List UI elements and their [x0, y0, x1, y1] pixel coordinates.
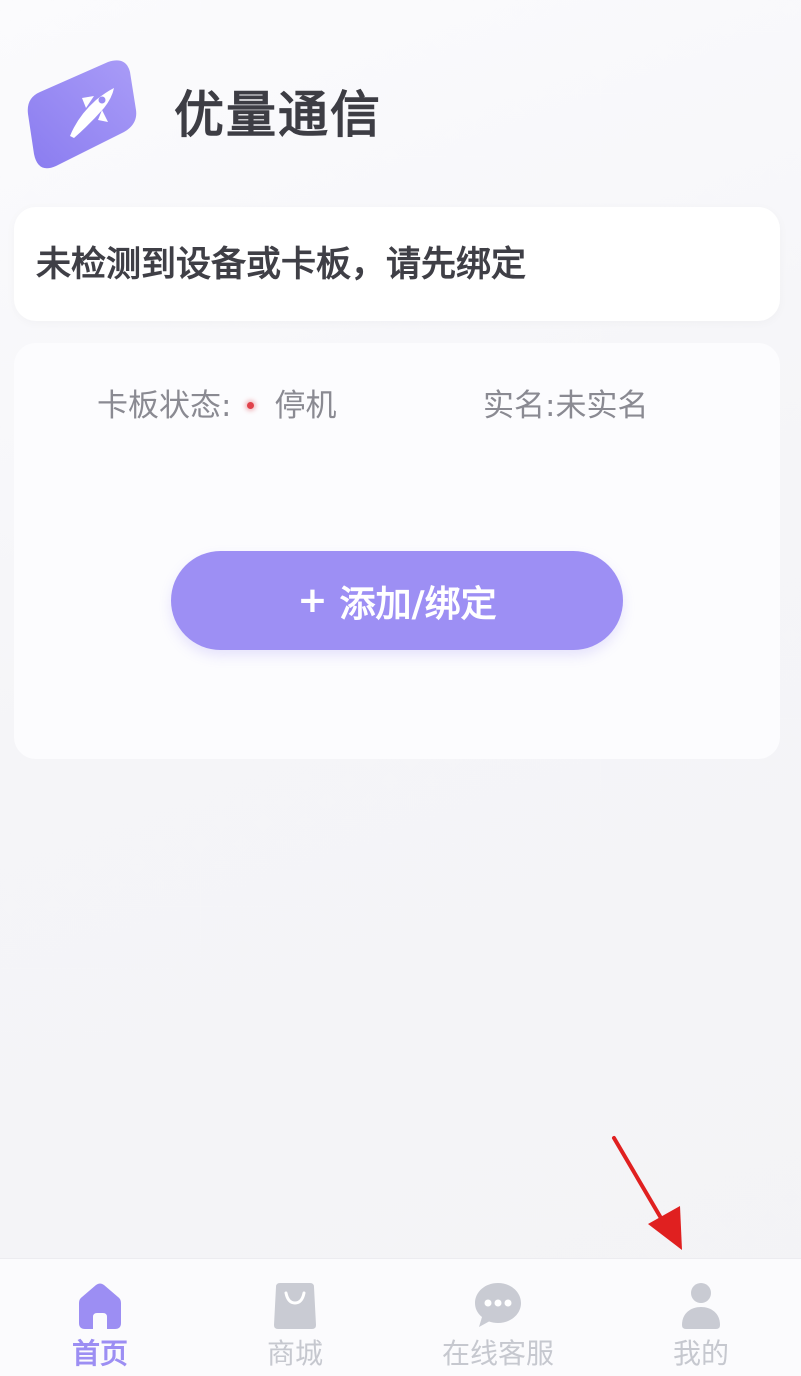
status-dot-icon	[247, 402, 255, 409]
home-icon	[79, 1283, 121, 1329]
add-bind-button[interactable]: + 添加/绑定	[171, 551, 623, 650]
tab-mine-label: 我的	[672, 1337, 729, 1370]
tab-home[interactable]: 首页	[0, 1259, 200, 1376]
plus-icon: +	[297, 580, 328, 621]
app-header: 优量通信	[0, 0, 801, 200]
app-title: 优量通信	[174, 86, 382, 144]
tab-mine[interactable]: 我的	[601, 1259, 801, 1376]
rocket-logo-icon	[27, 60, 137, 169]
board-status-card: 卡板状态: 停机 实名:未实名 + 添加/绑定	[14, 343, 780, 759]
device-notice-card: 未检测到设备或卡板，请先绑定	[14, 207, 780, 321]
realname-value: 未实名	[555, 388, 649, 424]
bottom-tab-bar: 首页 商城 在线客服 我的	[0, 1258, 801, 1376]
device-notice-text: 未检测到设备或卡板，请先绑定	[36, 245, 527, 285]
board-status-value: 停机	[274, 388, 337, 424]
tab-customer-service[interactable]: 在线客服	[398, 1259, 598, 1376]
tab-shop[interactable]: 商城	[195, 1259, 395, 1376]
board-status: 卡板状态: 停机	[97, 385, 336, 427]
realname-label: 实名:	[483, 388, 556, 424]
user-profile-icon	[682, 1283, 720, 1329]
tab-home-label: 首页	[71, 1337, 128, 1370]
shopping-bag-icon	[274, 1283, 316, 1329]
chat-bubble-icon	[475, 1283, 521, 1327]
red-arrow-pointer-icon	[612, 1136, 682, 1250]
tab-customer-service-label: 在线客服	[441, 1337, 554, 1370]
tab-shop-label: 商城	[266, 1337, 323, 1370]
board-status-label: 卡板状态:	[97, 388, 232, 424]
realname-status: 实名:未实名	[483, 385, 648, 427]
add-bind-label: 添加/绑定	[339, 583, 497, 625]
